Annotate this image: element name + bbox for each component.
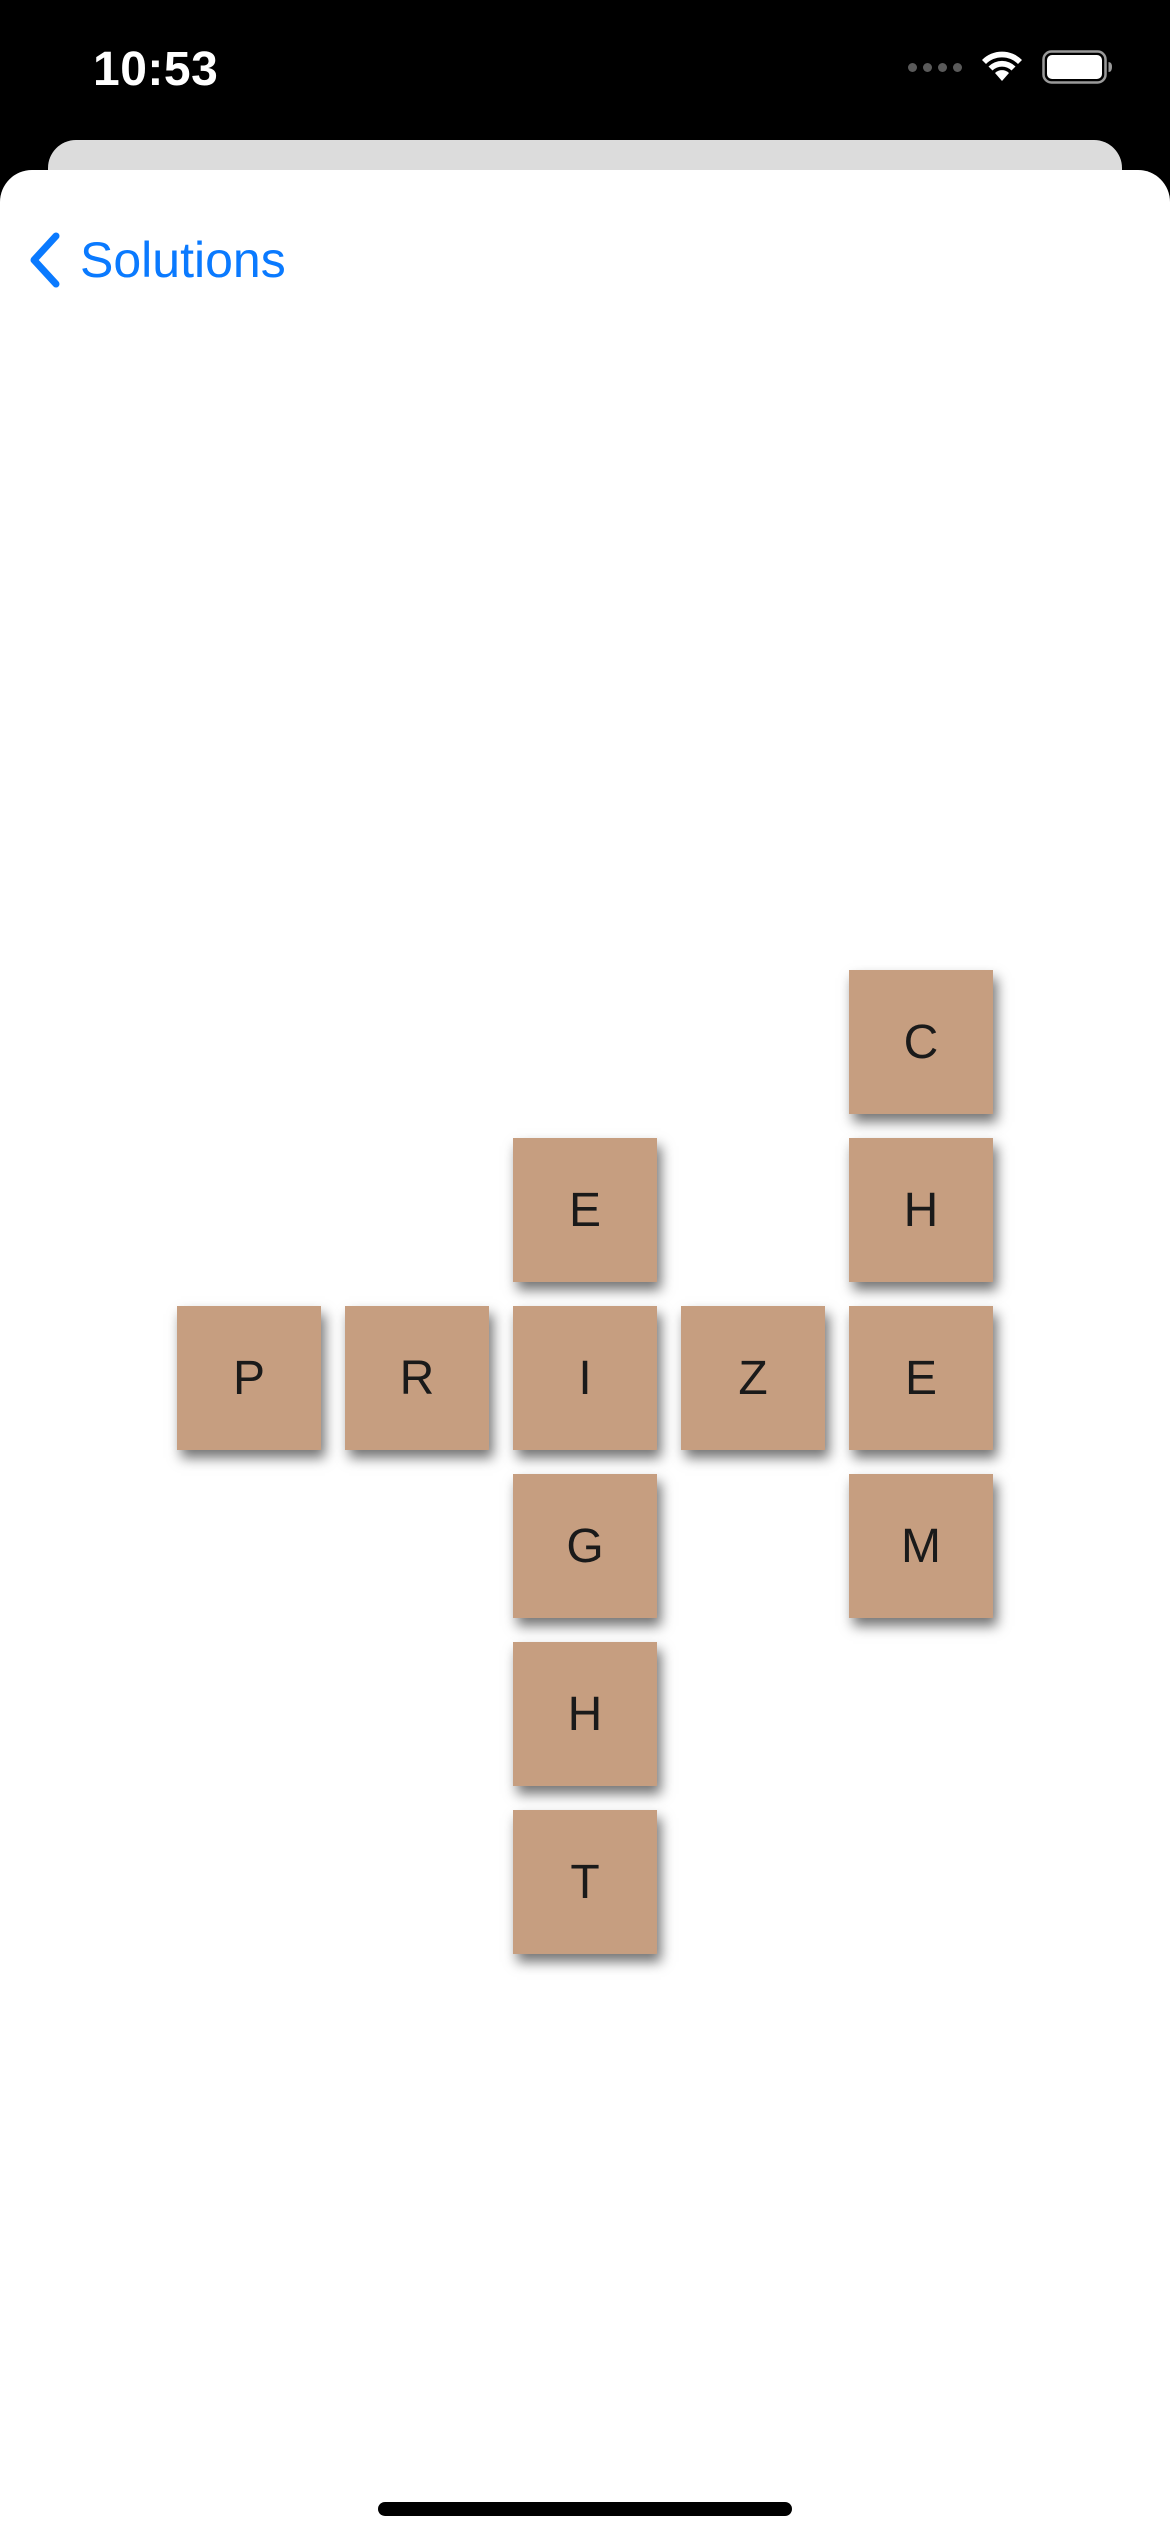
- home-indicator: [378, 2502, 792, 2516]
- letter-tile: M: [849, 1474, 993, 1618]
- letter-tile: P: [177, 1306, 321, 1450]
- screen: 10:53 Solutions CEHPRIZEGMHT: [0, 0, 1170, 2532]
- letter-tile: I: [513, 1306, 657, 1450]
- letter-tile: Z: [681, 1306, 825, 1450]
- battery-icon: [1042, 50, 1112, 84]
- letter-tile: H: [849, 1138, 993, 1282]
- solution-sheet: Solutions CEHPRIZEGMHT: [0, 170, 1170, 2532]
- letter-tile: E: [849, 1306, 993, 1450]
- letter-tile: G: [513, 1474, 657, 1618]
- letter-tile: T: [513, 1810, 657, 1954]
- status-icons: [908, 50, 1114, 84]
- letter-tile: R: [345, 1306, 489, 1450]
- crossword-board: CEHPRIZEGMHT: [0, 170, 1170, 2532]
- cellular-signal-icon: [908, 62, 962, 72]
- letter-tile: E: [513, 1138, 657, 1282]
- letter-tile: C: [849, 970, 993, 1114]
- wifi-icon: [982, 51, 1022, 81]
- letter-tile: H: [513, 1642, 657, 1786]
- status-bar: 10:53: [0, 0, 1170, 140]
- status-time: 10:53: [93, 43, 219, 96]
